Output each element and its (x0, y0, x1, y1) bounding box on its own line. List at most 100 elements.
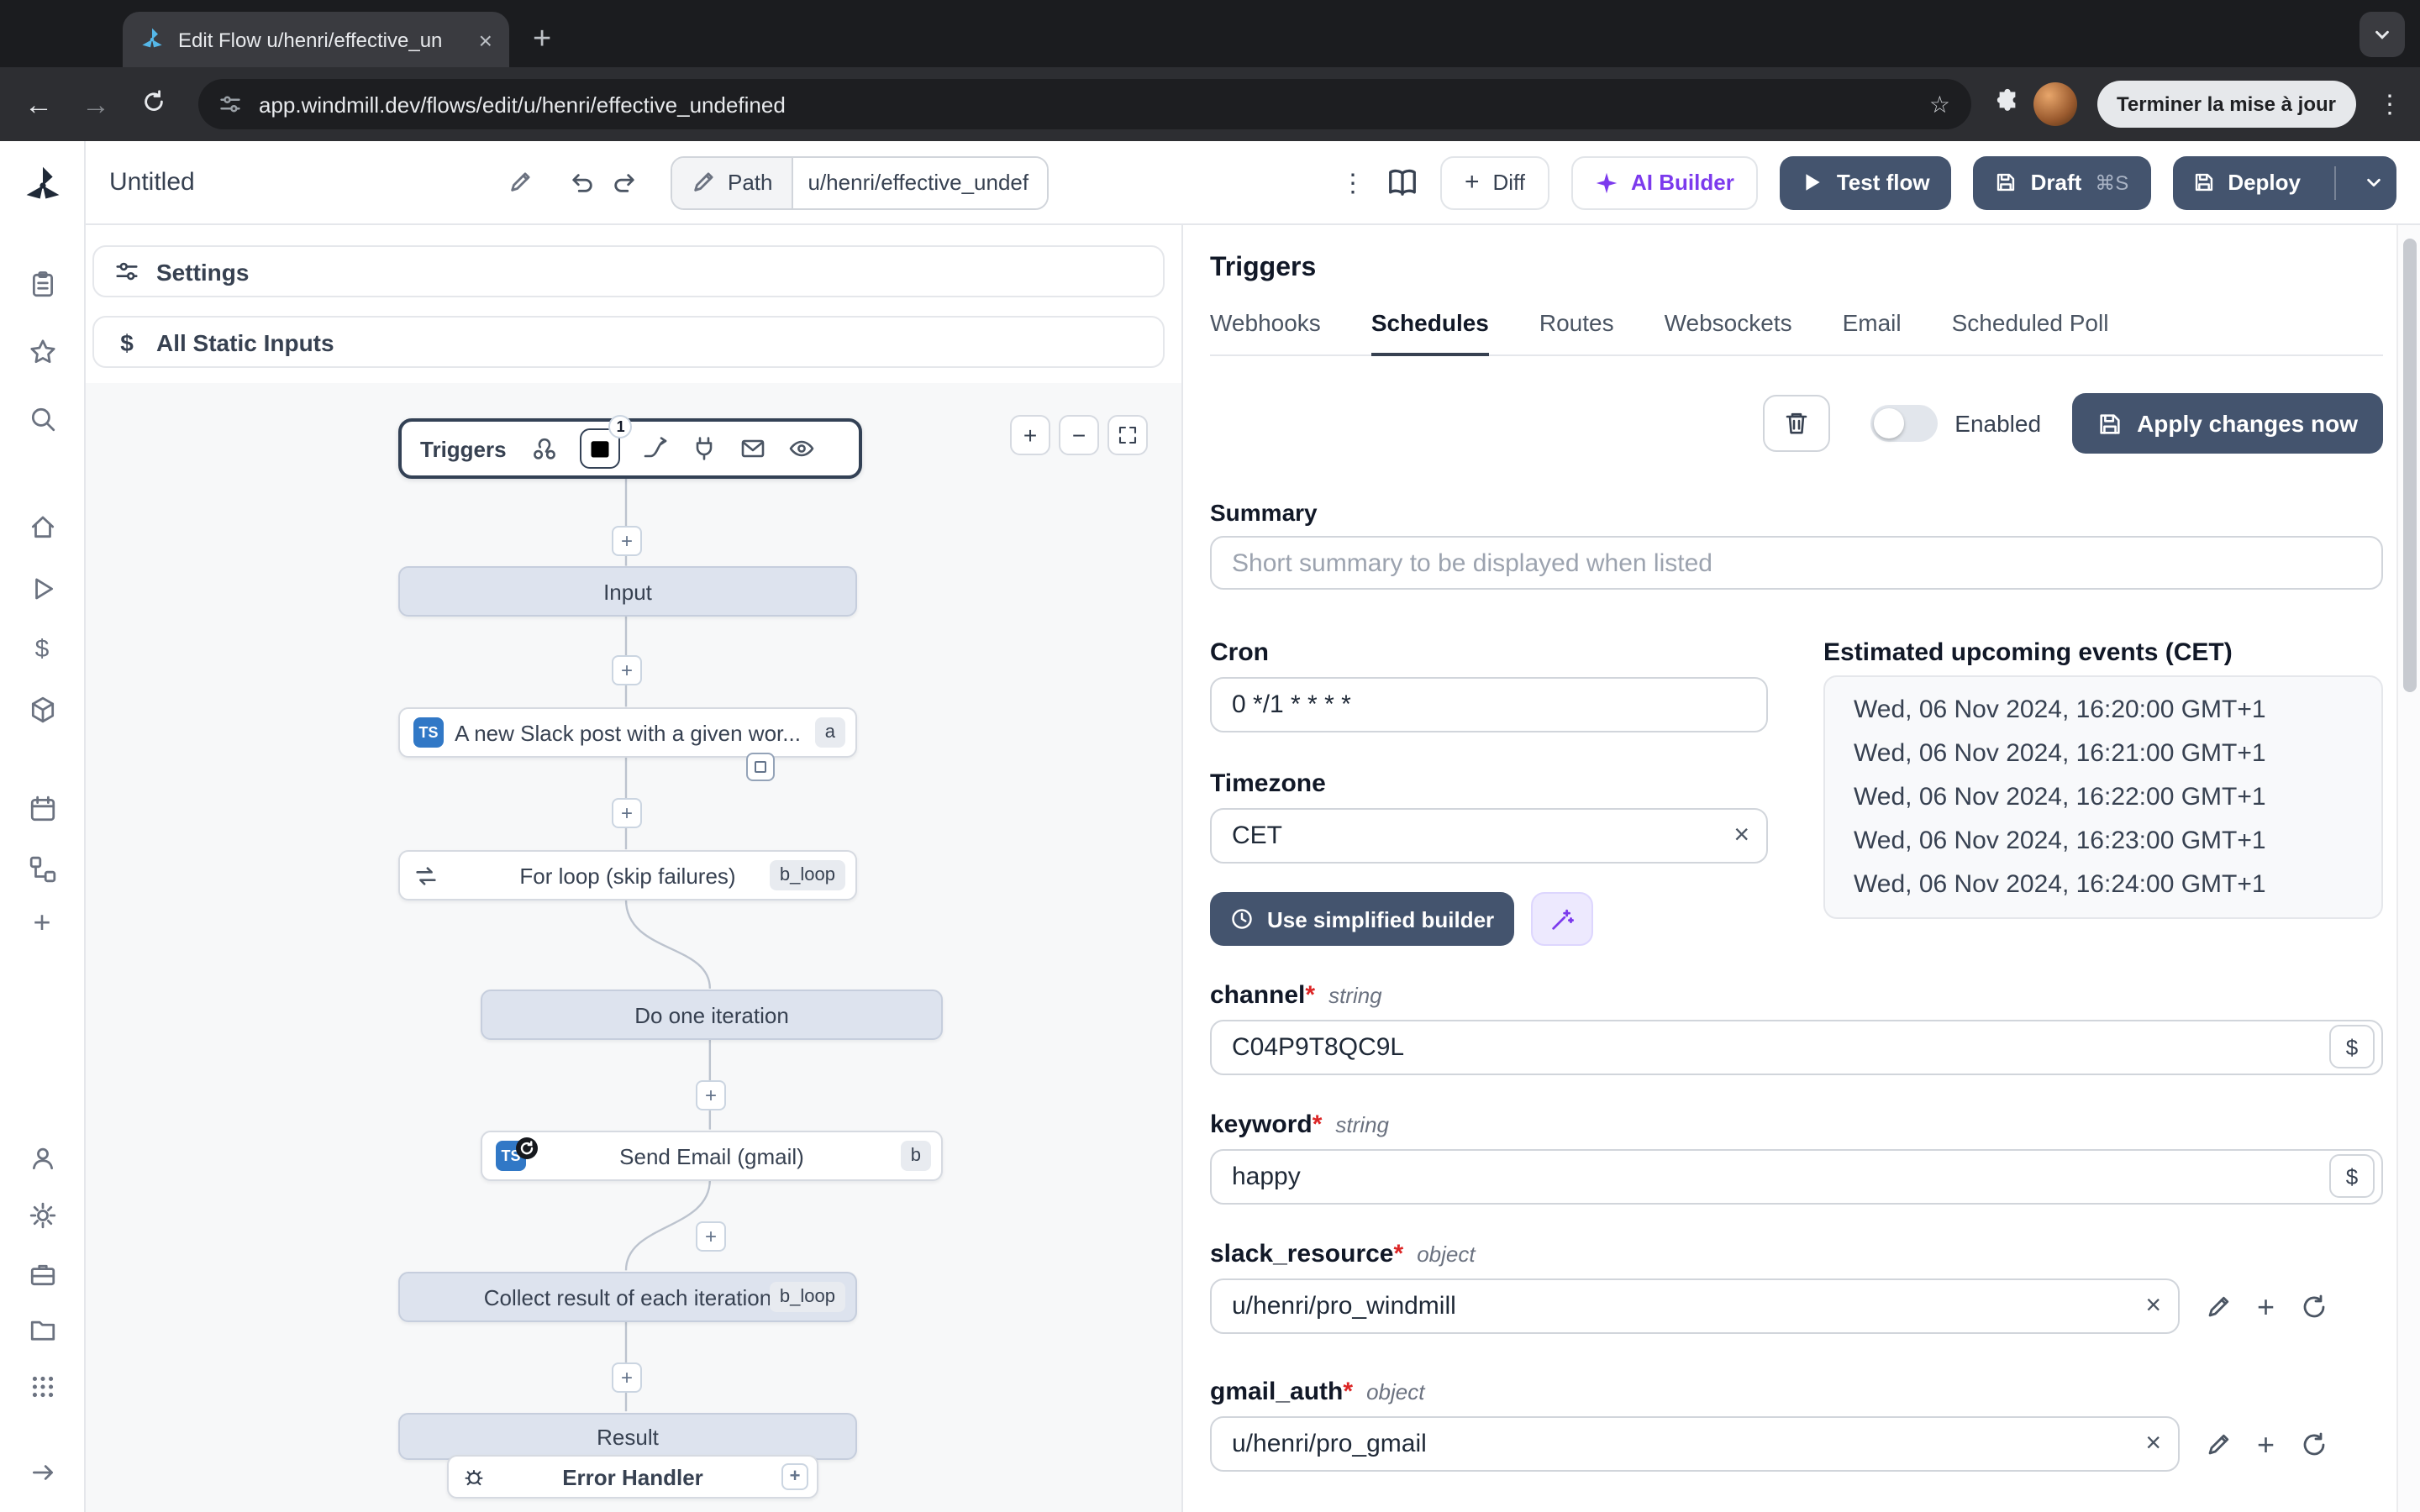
simplified-builder-button[interactable]: Use simplified builder (1210, 892, 1515, 946)
email-envelope-icon[interactable] (740, 435, 767, 462)
schedules-calendar-icon[interactable] (25, 791, 59, 825)
bookmark-star-icon[interactable]: ☆ (1929, 90, 1950, 118)
summary-input[interactable] (1210, 536, 2383, 590)
home-icon[interactable] (25, 509, 59, 543)
timezone-input[interactable] (1210, 808, 1768, 864)
enabled-toggle[interactable] (1870, 405, 1939, 442)
keyword-input[interactable] (1210, 1149, 2383, 1205)
add-error-handler-button[interactable]: + (781, 1463, 808, 1490)
scrollbar-thumb[interactable] (2403, 239, 2417, 692)
delete-schedule-button[interactable] (1763, 395, 1831, 452)
ai-builder-button[interactable]: AI Builder (1570, 155, 1758, 209)
add-step-button[interactable]: + (696, 1221, 726, 1252)
flow-node-do-one-iteration[interactable]: Do one iteration (481, 990, 943, 1040)
flow-node-result[interactable]: Result (398, 1413, 857, 1460)
expand-sidebar-arrow-icon[interactable] (25, 1455, 59, 1488)
workers-toolbox-icon[interactable] (25, 1257, 59, 1290)
add-step-button[interactable]: + (696, 1080, 726, 1110)
deploy-dropdown-chevron-icon[interactable] (2349, 155, 2396, 209)
back-icon[interactable]: ← (17, 90, 60, 118)
reload-icon[interactable] (131, 89, 175, 119)
browser-update-button[interactable]: Terminer la mise à jour (2096, 81, 2356, 128)
tab-webhooks[interactable]: Webhooks (1210, 309, 1321, 354)
expand-branch-button[interactable] (746, 753, 775, 781)
flow-name-box[interactable]: Untitled (109, 168, 533, 197)
site-settings-icon[interactable] (218, 92, 242, 116)
add-step-button[interactable]: + (612, 798, 642, 828)
rename-pencil-icon[interactable] (508, 170, 533, 195)
webhook-icon[interactable] (532, 435, 559, 462)
star-icon[interactable] (25, 334, 59, 368)
search-icon[interactable] (25, 402, 59, 435)
browser-tab[interactable]: Edit Flow u/henri/effective_un × (123, 12, 509, 67)
tab-search-chevron-icon[interactable] (2360, 12, 2405, 57)
apply-changes-button[interactable]: Apply changes now (2071, 393, 2383, 454)
add-step-button[interactable]: + (612, 526, 642, 556)
insert-variable-button[interactable]: $ (2329, 1025, 2375, 1068)
tab-close-icon[interactable]: × (479, 28, 492, 51)
windmill-logo-icon[interactable] (22, 165, 64, 207)
edit-resource-pencil-icon[interactable] (2205, 1293, 2232, 1320)
add-step-button[interactable]: + (612, 655, 642, 685)
edit-resource-pencil-icon[interactable] (2205, 1431, 2232, 1457)
insert-variable-button[interactable]: $ (2329, 1154, 2375, 1198)
schedule-calendar-icon-selected[interactable]: 1 (580, 415, 633, 469)
tab-routes[interactable]: Routes (1539, 309, 1614, 354)
websocket-plug-icon[interactable] (692, 435, 718, 462)
deploy-button[interactable]: Deploy (2172, 155, 2396, 209)
tab-scheduled-poll[interactable]: Scheduled Poll (1952, 309, 2109, 354)
flow-settings-row[interactable]: Settings (92, 245, 1165, 297)
flow-node-slack-post[interactable]: TS A new Slack post with a given wor... … (398, 707, 857, 758)
forward-icon[interactable]: → (74, 90, 118, 118)
path-edit-button[interactable]: Path (672, 157, 792, 207)
ai-cron-wand-button[interactable] (1531, 892, 1594, 946)
add-step-button[interactable]: + (612, 1362, 642, 1393)
browser-menu-kebab-icon[interactable]: ⋮ (2376, 89, 2403, 119)
cron-input[interactable] (1210, 677, 1768, 732)
flow-node-triggers[interactable]: Triggers 1 (398, 415, 862, 479)
scheduled-poll-eye-icon[interactable] (789, 435, 816, 462)
variables-dollar-icon[interactable]: $ (25, 632, 59, 665)
channel-input[interactable] (1210, 1020, 2383, 1075)
new-tab-button[interactable]: + (533, 24, 551, 55)
add-resource-plus-icon[interactable]: + (2257, 1429, 2275, 1459)
page-scrollbar[interactable] (2396, 225, 2420, 1512)
clear-timezone-icon[interactable]: × (1733, 822, 1749, 849)
flow-node-input[interactable]: Input (398, 566, 857, 617)
extensions-icon[interactable] (1994, 87, 2019, 121)
browser-profile-avatar[interactable] (2033, 82, 2076, 126)
refresh-resource-icon[interactable] (2300, 1431, 2327, 1457)
url-text[interactable]: app.windmill.dev/flows/edit/u/henri/effe… (259, 92, 1912, 117)
tab-email[interactable]: Email (1843, 309, 1902, 354)
zoom-out-button[interactable]: − (1059, 415, 1099, 455)
clear-resource-icon[interactable]: × (2145, 1430, 2161, 1457)
tab-schedules[interactable]: Schedules (1370, 309, 1489, 356)
slack-resource-input[interactable] (1210, 1278, 2180, 1334)
url-bar[interactable]: app.windmill.dev/flows/edit/u/henri/effe… (198, 79, 1970, 129)
more-options-kebab-icon[interactable]: ⋮ (1340, 167, 1365, 197)
add-resource-plus-icon[interactable]: + (2257, 1291, 2275, 1321)
user-icon[interactable] (25, 1141, 59, 1174)
flows-workflow-icon[interactable] (25, 852, 59, 885)
flow-node-error-handler[interactable]: Error Handler + (447, 1455, 818, 1499)
path-input[interactable] (791, 157, 1047, 207)
flow-node-send-email[interactable]: TS Send Email (gmail) b (481, 1131, 943, 1181)
flow-name[interactable]: Untitled (109, 168, 195, 197)
refresh-resource-icon[interactable] (2300, 1293, 2327, 1320)
redo-icon[interactable] (612, 170, 637, 195)
tab-websockets[interactable]: Websockets (1665, 309, 1792, 354)
routes-icon[interactable] (643, 435, 670, 462)
docs-book-icon[interactable] (1387, 166, 1419, 198)
clear-resource-icon[interactable]: × (2145, 1292, 2161, 1320)
all-static-inputs-row[interactable]: $ All Static Inputs (92, 316, 1165, 368)
folders-icon[interactable] (25, 1312, 59, 1346)
apps-grid-icon[interactable] (25, 1369, 59, 1403)
diff-button[interactable]: + Diff (1440, 155, 1549, 209)
undo-icon[interactable] (570, 170, 595, 195)
add-plus-icon[interactable]: + (25, 905, 59, 939)
flow-canvas[interactable]: Triggers 1 + − + + + + + + Input TS A ne… (86, 383, 1181, 1512)
resources-package-icon[interactable] (25, 692, 59, 726)
zoom-in-button[interactable]: + (1010, 415, 1050, 455)
clipboard-icon[interactable] (25, 267, 59, 301)
flow-node-for-loop[interactable]: For loop (skip failures) b_loop (398, 850, 857, 900)
